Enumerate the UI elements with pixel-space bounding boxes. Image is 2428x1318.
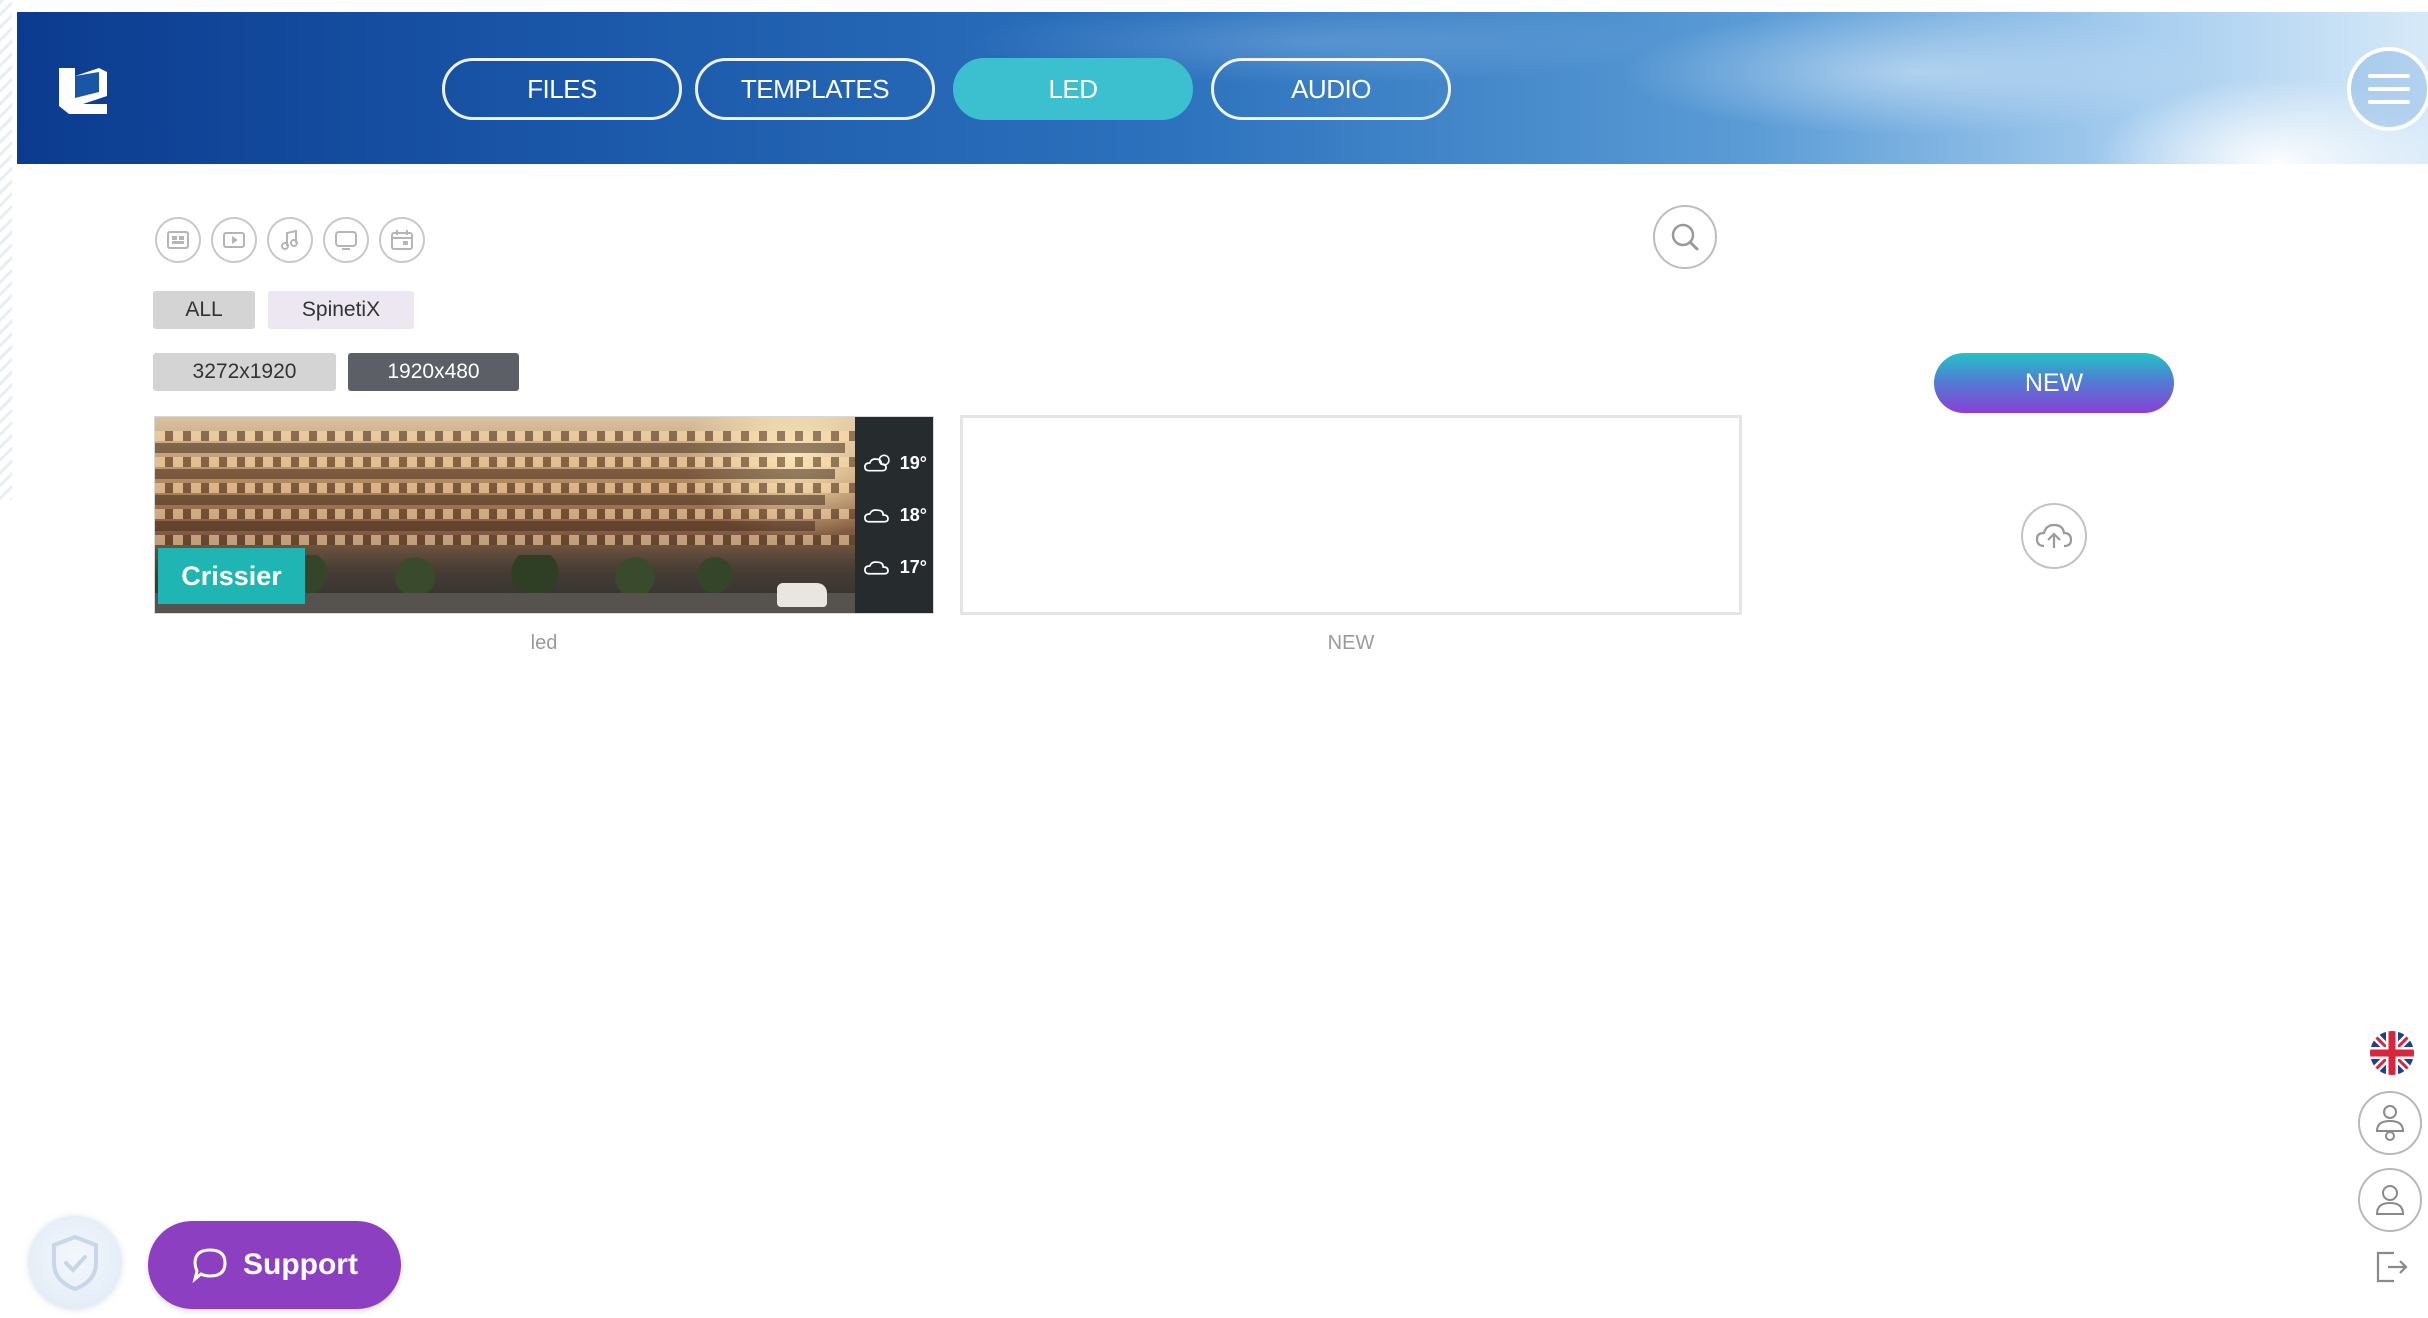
video-filter-icon[interactable] [211,217,257,263]
tab-audio-label: AUDIO [1291,73,1371,104]
cloud-icon [864,509,889,523]
display-filter-icon[interactable] [323,217,369,263]
weather-temp: 19° [899,452,927,473]
tab-led-label: LED [1048,73,1098,104]
weather-forecast-strip: 19° 18° 17° [855,417,933,613]
resolution-label: 3272x1920 [192,360,297,383]
logout-icon[interactable] [2370,1245,2414,1289]
new-card-caption: NEW [1327,632,1375,654]
user-icon[interactable] [2358,1168,2422,1232]
top-header: FILES TEMPLATES LED AUDIO [17,12,2428,164]
filter-all-chip[interactable]: ALL [153,291,255,329]
cloud-sun-icon [864,454,890,472]
user-settings-icon[interactable] [2358,1091,2422,1155]
led-template-card[interactable]: Crissier 19° 18° 17° [155,417,933,613]
location-overlay-label: Crissier [158,548,305,604]
weather-row: 18° [863,495,927,535]
tab-templates[interactable]: TEMPLATES [695,58,935,120]
shield-check-icon[interactable] [30,1218,120,1308]
weather-temp: 18° [899,504,927,525]
tab-files-label: FILES [527,73,597,104]
weather-row: 17° [863,547,927,587]
new-button-label: NEW [2024,368,2084,397]
tab-templates-label: TEMPLATES [740,73,890,104]
image-filter-icon[interactable] [155,217,201,263]
search-icon[interactable] [1653,205,1717,269]
chat-bubble-icon [192,1248,227,1284]
hamburger-menu-icon[interactable] [2347,47,2428,131]
led-card-caption: led [530,632,558,654]
cloud-upload-icon[interactable] [2021,503,2087,569]
tab-led[interactable]: LED [953,58,1193,120]
weather-row: 19° [863,443,927,483]
resolution-label: 1920x480 [387,360,480,383]
spinetix-logo-icon[interactable] [55,62,111,118]
cloud-icon [864,561,889,575]
new-template-card[interactable] [960,415,1742,615]
support-button[interactable]: Support [148,1221,401,1309]
weather-temp: 17° [899,556,927,577]
resolution-chip-1920x480[interactable]: 1920x480 [348,353,519,391]
filter-spinetix-chip[interactable]: SpinetiX [268,291,414,329]
calendar-filter-icon[interactable] [379,217,425,263]
music-filter-icon[interactable] [267,217,313,263]
filter-all-label: ALL [185,298,223,321]
uk-flag-icon[interactable] [2370,1031,2414,1075]
filter-spinetix-label: SpinetiX [301,298,381,321]
resolution-chip-3272x1920[interactable]: 3272x1920 [153,353,336,391]
tab-files[interactable]: FILES [442,58,682,120]
page-edge [0,0,12,500]
new-button[interactable]: NEW [1934,353,2174,413]
support-label: Support [243,1248,358,1281]
tab-audio[interactable]: AUDIO [1211,58,1451,120]
